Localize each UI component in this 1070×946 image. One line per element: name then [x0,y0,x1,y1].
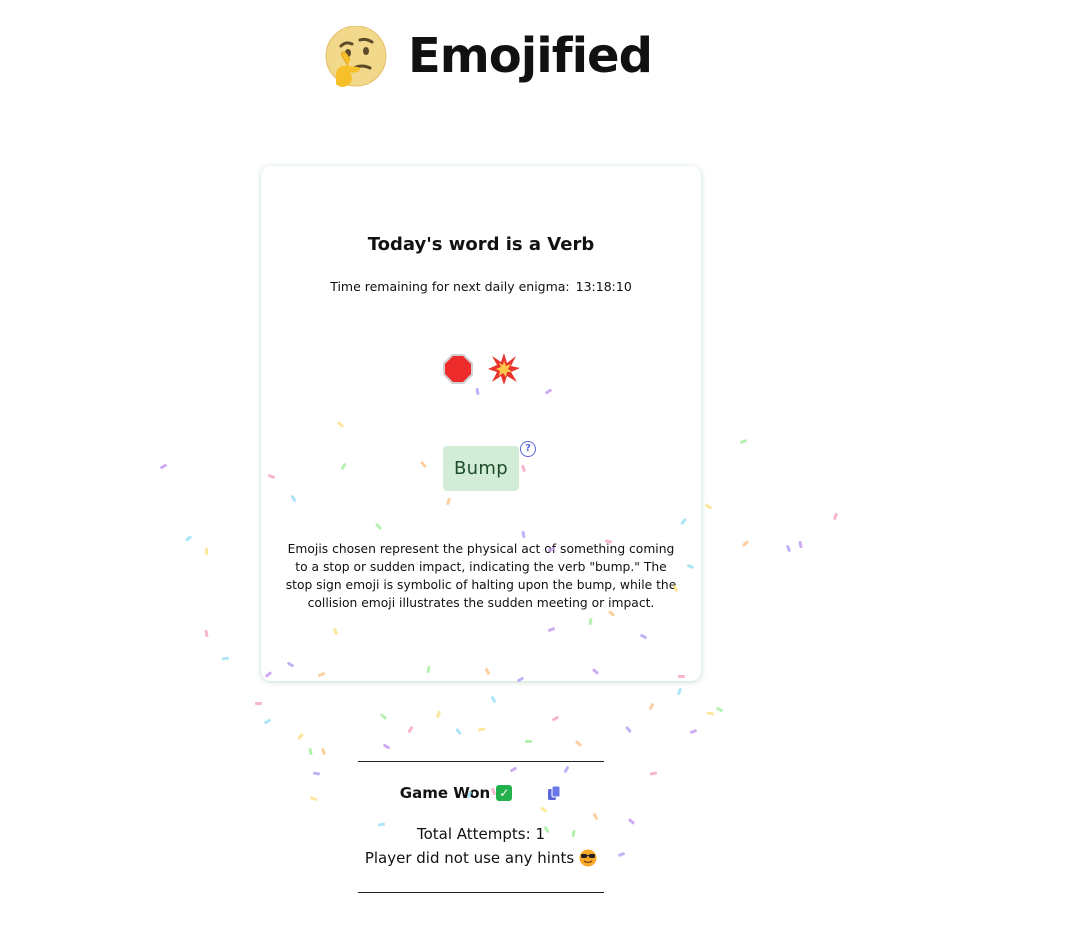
confetti-piece [525,740,532,743]
confetti-piece [379,713,388,720]
confetti-piece [382,743,391,750]
countdown-timer: Time remaining for next daily enigma: 13:… [261,279,701,294]
confetti-piece [798,540,803,549]
confetti-piece [435,710,442,719]
confetti-piece [221,656,230,661]
confetti-piece [689,728,698,735]
check-mark-icon: ✓ [496,785,513,801]
explanation-text: Emojis chosen represent the physical act… [285,542,677,610]
confetti-piece [312,771,321,776]
status-row: Game Won ✓ [358,784,604,802]
confetti-piece [320,747,327,756]
copy-icon[interactable] [546,785,562,801]
word-type-heading: Today's word is a Verb [367,234,595,255]
total-attempts: Total Attempts: 1 [417,825,545,843]
confetti-piece [617,851,626,858]
question-circle-icon[interactable]: ? [520,441,536,457]
puzzle-card: Today's word is a Verb Time remaining fo… [261,166,701,681]
confetti-piece [741,540,750,547]
hints-row: Player did not use any hints [358,849,604,867]
confetti-piece [309,795,318,802]
confetti-piece [715,706,724,713]
confetti-piece [255,702,262,705]
thinking-face-icon [325,26,387,87]
confetti-piece [263,718,272,725]
confetti-piece [205,548,208,555]
confetti-piece [704,503,713,510]
hints-text: Player did not use any hints [364,849,575,867]
confetti-piece [785,544,792,553]
confetti-piece [832,512,839,521]
confetti-piece [574,740,583,747]
confetti-piece [739,438,748,445]
confetti-piece [649,771,658,776]
confetti-piece [490,695,497,704]
confetti-piece [625,725,632,734]
confetti-piece [407,725,414,734]
answer-word: Bump [443,446,519,491]
stop-sign-icon [443,354,473,384]
collision-icon [488,353,520,385]
timer-label: Time remaining for next daily enigma: [330,279,570,294]
app-title: Emojified [408,28,653,84]
confetti-piece [477,727,486,732]
confetti-piece [676,687,683,696]
header: Emojified [324,24,653,92]
confetti-piece [159,463,168,470]
confetti-piece [204,629,209,638]
confetti-piece [184,535,193,542]
confetti-piece [551,715,560,722]
game-status: Game Won [399,784,491,802]
confetti-piece [706,711,715,716]
confetti-piece [308,747,313,756]
confetti-piece [648,702,655,711]
cool-face-icon [579,849,597,867]
confetti-piece [627,818,636,825]
result-panel: Game Won ✓ Total Attempts: 1 Player did … [358,761,604,893]
game-page: Emojified Today's word is a Verb Time re… [0,0,1070,946]
confetti-piece [455,727,462,736]
timer-value: 13:18:10 [575,279,632,294]
emoji-clue-row [261,352,701,386]
confetti-piece [297,732,304,741]
